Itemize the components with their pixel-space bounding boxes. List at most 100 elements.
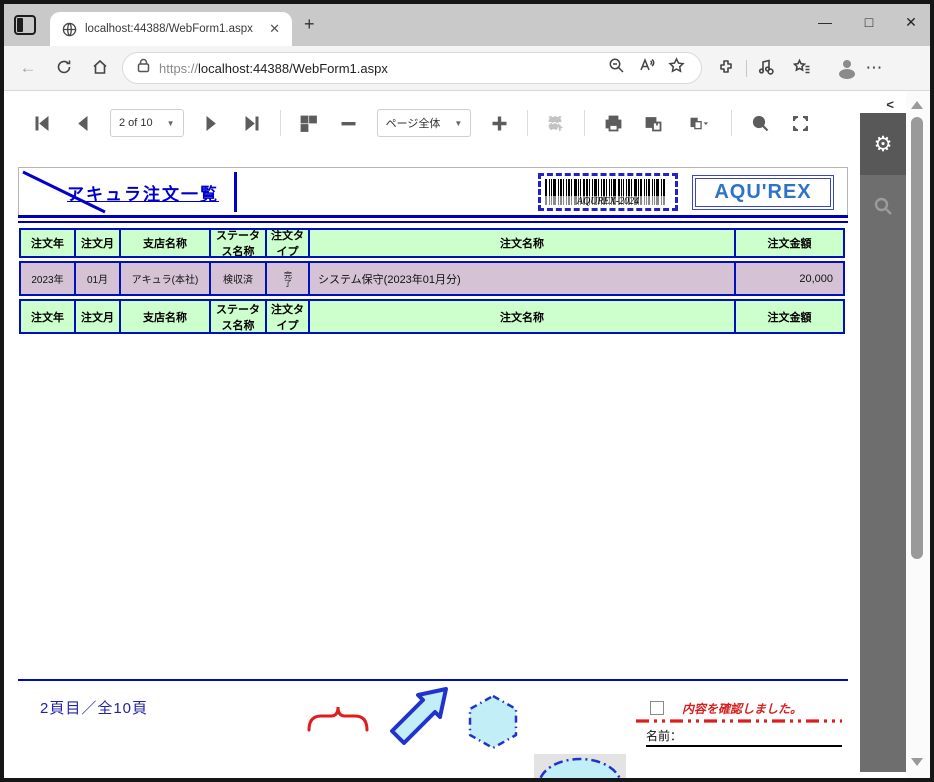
multipage-view-icon[interactable] [296,110,322,136]
name-label: 名前： [646,727,682,744]
sidebar-search-button[interactable] [860,175,906,237]
zoom-in-button[interactable] [486,110,512,136]
column-header: 注文名称 [308,301,734,332]
search-icon[interactable] [747,110,773,136]
barcode-label: AQUREX-2024 [541,196,675,207]
column-header: ステータス名称 [209,230,265,256]
cell-branch-name: アキュラ(本社) [119,263,209,294]
scroll-up-icon[interactable] [911,101,923,109]
back-icon[interactable]: ← [18,58,38,78]
sidebar-collapse-icon[interactable]: < [886,97,894,112]
confirm-text: 内容を確認しました。 [682,700,802,717]
fullscreen-icon[interactable] [787,110,813,136]
page-indicator: 2 of 10 [119,117,153,129]
last-page-icon[interactable] [239,110,265,136]
browser-essentials-icon[interactable] [756,58,776,78]
toolbar-separator [731,110,732,136]
report-header: アキュラ注文一覧 AQUREX-2024 AQU'REX [18,167,848,215]
cell-order-name: システム保守(2023年01月分) [308,263,734,294]
tab-actions-icon[interactable] [14,15,36,35]
export-icon[interactable] [680,110,716,136]
settings-more-icon[interactable]: ⋯ [864,58,884,78]
header-divider [234,172,237,212]
profile-avatar[interactable] [826,56,846,76]
maximize-button[interactable]: □ [854,14,884,30]
tab-strip: localhost:44388/WebForm1.aspx ✕ + — □ ✕ [4,4,930,46]
url-text: https://localhost:44388/WebForm1.aspx [159,61,601,76]
signature-line [646,745,842,747]
cell-order-type: 完了 [265,263,308,294]
gear-icon: ⚙ [874,132,893,157]
viewer-sidebar: ⚙ [860,113,906,772]
vertical-scrollbar[interactable] [906,91,930,778]
navigation-bar: ← https://localhost:44388/WebForm1.aspx [4,46,930,90]
previous-page-icon[interactable] [69,110,95,136]
column-header: ステータス名称 [209,301,265,332]
zoom-mode-select[interactable]: ページ全体 ▼ [377,109,472,137]
home-icon[interactable] [90,58,110,78]
column-header: 支店名称 [119,301,209,332]
toolbar-separator [584,110,585,136]
table-header-row-repeat: 注文年 注文月 支店名称 ステータス名称 注文タイプ 注文名称 注文金額 [19,299,845,334]
page-number-label: 2頁目／全10頁 [40,697,148,718]
table-header-row: 注文年 注文月 支店名称 ステータス名称 注文タイプ 注文名称 注文金額 [19,228,845,258]
chevron-down-icon: ▼ [167,119,175,128]
column-header: 注文月 [74,301,119,332]
next-page-icon[interactable] [199,110,225,136]
table-row: 2023年 01月 アキュラ(本社) 検収済 完了 システム保守(2023年01… [19,261,845,296]
favorites-bar-icon[interactable] [792,58,812,78]
cell-order-amount: 20,000 [734,263,843,294]
copilot-icon[interactable] [900,56,920,76]
address-bar[interactable]: https://localhost:44388/WebForm1.aspx [122,52,702,84]
column-header: 注文金額 [734,230,843,256]
toolbar-separator [280,110,281,136]
column-header: 注文タイプ [265,230,308,256]
column-header: 注文月 [74,230,119,256]
scroll-down-icon[interactable] [911,758,923,766]
logo-text: AQU'REX [714,181,811,204]
read-aloud-icon[interactable] [631,57,661,79]
refresh-icon[interactable] [54,58,74,78]
extensions-icon[interactable] [716,58,736,78]
select-tool-icon [543,110,569,136]
cell-order-month: 01月 [74,263,119,294]
column-header: 注文年 [21,301,74,332]
tab-title: localhost:44388/WebForm1.aspx [85,23,265,35]
confirm-checkbox[interactable] [650,701,664,715]
tab-close-icon[interactable]: ✕ [265,21,284,37]
column-header: 注文年 [21,230,74,256]
favorite-star-icon[interactable] [661,57,691,79]
sidebar-settings-button[interactable]: ⚙ [860,113,906,175]
viewer-toolbar: 2 of 10 ▼ ページ全体 ▼ [22,99,820,147]
lock-icon [137,58,150,78]
search-icon [873,196,893,216]
cell-order-year: 2023年 [21,263,74,294]
chevron-down-icon: ▼ [454,119,462,128]
report-page: アキュラ注文一覧 AQUREX-2024 AQU'REX 注文年 注文月 支店名… [18,167,848,765]
report-title: アキュラ注文一覧 [67,180,219,205]
scrollbar-thumb[interactable] [911,117,923,559]
company-logo: AQU'REX [692,175,834,210]
browser-window: localhost:44388/WebForm1.aspx ✕ + — □ ✕ … [0,0,934,782]
first-page-icon[interactable] [29,110,55,136]
order-table: 注文年 注文月 支店名称 ステータス名称 注文タイプ 注文名称 注文金額 202… [18,228,848,334]
stamp-label: 印 [534,777,626,782]
column-header: 注文金額 [734,301,843,332]
arrow-shape [384,685,452,753]
minimize-button[interactable]: — [810,14,840,30]
zoom-out-button[interactable] [336,110,362,136]
print-page-setup-icon[interactable] [640,110,666,136]
cell-status-name: 検収済 [209,263,265,294]
toolbar-divider [746,60,747,77]
new-tab-button[interactable]: + [304,15,315,33]
globe-icon [62,22,77,37]
toolbar-separator [527,110,528,136]
column-header: 注文名称 [308,230,734,256]
browser-tab[interactable]: localhost:44388/WebForm1.aspx ✕ [50,12,292,46]
page-indicator-select[interactable]: 2 of 10 ▼ [110,109,184,137]
close-button[interactable]: ✕ [896,14,926,31]
zoom-out-icon[interactable] [601,57,631,79]
report-viewer: 2 of 10 ▼ ページ全体 ▼ [4,90,930,778]
header-double-rule [18,215,848,223]
print-icon[interactable] [600,110,626,136]
